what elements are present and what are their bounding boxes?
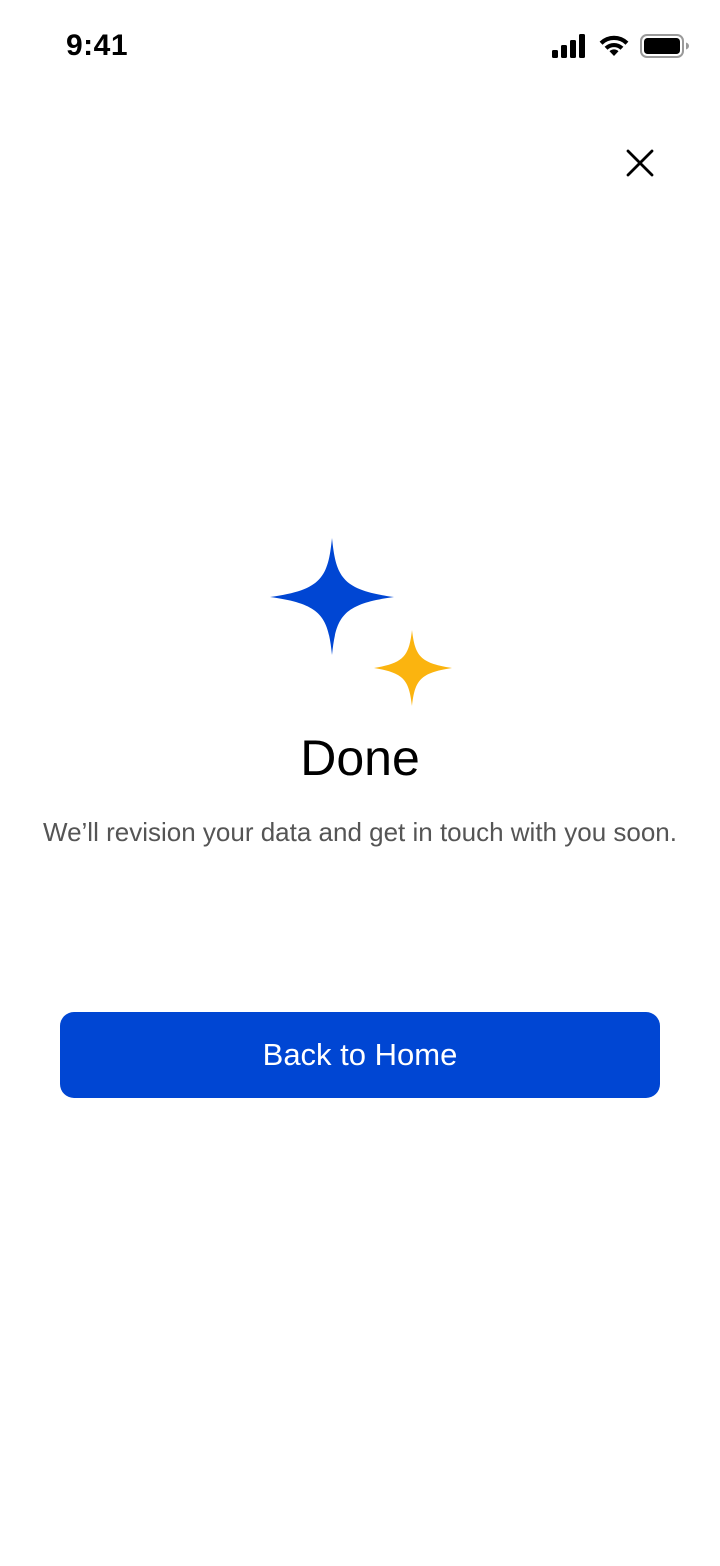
close-button[interactable] [620, 145, 660, 185]
page-title: Done [300, 730, 420, 786]
back-to-home-button[interactable]: Back to Home [60, 1012, 660, 1098]
sparkles-icon [262, 532, 462, 712]
cellular-signal-icon [552, 34, 588, 58]
confirmation-message: We’ll revision your data and get in touc… [43, 817, 677, 847]
status-icons [552, 32, 690, 60]
battery-icon [640, 34, 690, 58]
close-icon [626, 149, 654, 182]
wifi-icon [598, 34, 630, 58]
status-time: 9:41 [66, 29, 129, 62]
status-bar: 9:41 [0, 0, 720, 92]
